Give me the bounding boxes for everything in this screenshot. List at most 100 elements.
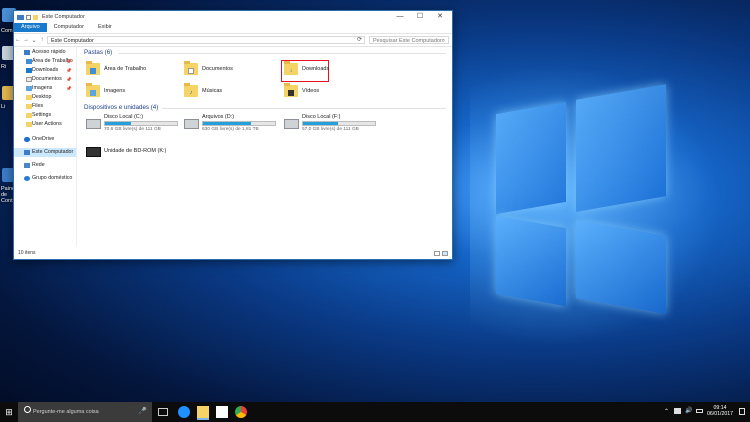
- title-bar[interactable]: Este Computador — ☐ ✕: [14, 11, 452, 23]
- drive-d[interactable]: Arquivos (D:) 630 GB livre(s) de 1,81 TB: [184, 114, 284, 136]
- sidebar-item-label: Settings: [32, 112, 52, 118]
- pin-icon: 📌: [66, 77, 72, 82]
- navigation-pane: Acesso rápido Área de Trabalho 📌 Downloa…: [14, 46, 77, 246]
- folder-downloads[interactable]: ↓ Downloads: [284, 61, 329, 81]
- desktop-folder-icon: [86, 61, 100, 75]
- folder-area-de-trabalho[interactable]: Área de Trabalho: [86, 61, 176, 81]
- drive-usage-fill: [203, 122, 251, 125]
- sidebar-item-user-actions[interactable]: User Actions: [14, 120, 76, 129]
- details-view-icon[interactable]: [434, 251, 440, 256]
- drive-k-bdrom[interactable]: Unidade de BD-ROM (K:): [86, 142, 186, 164]
- wallpaper-pane: [576, 84, 666, 212]
- folder-videos[interactable]: Vídeos: [284, 83, 374, 103]
- search-placeholder: Pesquisar Este Computador: [373, 38, 442, 44]
- tab-exibir[interactable]: Exibir: [91, 23, 119, 32]
- window-title: Este Computador: [42, 14, 85, 20]
- new-folder-icon[interactable]: [33, 14, 38, 20]
- section-divider: [162, 108, 446, 109]
- sidebar-item-rede[interactable]: Rede: [14, 161, 76, 170]
- item-count: 10 itens: [18, 250, 36, 256]
- folder-label: Vídeos: [302, 88, 320, 94]
- sidebar-item-este-computador[interactable]: Este Computador: [14, 148, 76, 157]
- sidebar-item-area-de-trabalho[interactable]: Área de Trabalho 📌: [14, 57, 76, 66]
- sidebar-item-downloads[interactable]: Downloads 📌: [14, 66, 76, 75]
- desktop-icon-label: Li: [1, 104, 6, 110]
- cloud-icon: [24, 137, 30, 142]
- computer-icon: [17, 14, 24, 20]
- cortana-search-box[interactable]: Pergunte-me alguma coisa 🎤: [18, 402, 152, 422]
- edge-icon[interactable]: [178, 406, 190, 418]
- star-icon: [24, 50, 30, 55]
- minimize-button[interactable]: —: [390, 11, 410, 23]
- folder-musicas[interactable]: ♪ Músicas: [184, 83, 274, 103]
- quick-access-toolbar: [17, 14, 38, 20]
- folder-documentos[interactable]: Documentos: [184, 61, 274, 81]
- microphone-icon[interactable]: 🎤: [138, 402, 147, 422]
- sidebar-item-label: Imagens: [32, 85, 53, 91]
- file-explorer-icon[interactable]: [197, 406, 209, 420]
- maximize-button[interactable]: ☐: [410, 11, 430, 23]
- sidebar-item-documentos[interactable]: Documentos 📌: [14, 75, 76, 84]
- sidebar-item-label: Este Computador: [32, 149, 74, 155]
- sidebar-item-label: User Actions: [32, 121, 62, 127]
- desktop-icon-label: Ri: [1, 64, 7, 70]
- folder-label: Documentos: [202, 66, 233, 72]
- start-button[interactable]: ⊞: [0, 402, 18, 422]
- clock[interactable]: 09:14 06/01/2017: [706, 405, 734, 417]
- up-button[interactable]: ↑: [38, 37, 46, 43]
- store-icon[interactable]: [216, 406, 228, 418]
- homegroup-icon: [24, 176, 30, 181]
- folder-imagens[interactable]: Imagens: [86, 83, 176, 103]
- sidebar-item-label: OneDrive: [32, 136, 55, 142]
- drive-usage-fill: [303, 122, 339, 125]
- folder-label: Músicas: [202, 88, 223, 94]
- network-icon[interactable]: [674, 408, 681, 414]
- sidebar-item-onedrive[interactable]: OneDrive: [14, 135, 76, 144]
- sidebar-item-files[interactable]: Files: [14, 102, 76, 111]
- system-tray: ⌃ 🔊 09:14 06/01/2017: [660, 402, 750, 422]
- show-hidden-icons-icon[interactable]: ⌃: [664, 408, 669, 415]
- volume-icon[interactable]: 🔊: [685, 407, 692, 414]
- notifications-icon[interactable]: [739, 408, 745, 415]
- back-button[interactable]: ←: [14, 37, 22, 43]
- pin-icon: 📌: [66, 59, 72, 64]
- keyboard-icon[interactable]: [696, 409, 703, 413]
- sidebar-item-label: Grupo doméstico: [32, 175, 73, 181]
- large-icons-view-icon[interactable]: [442, 251, 448, 256]
- search-placeholder: Pergunte-me alguma coisa: [33, 409, 99, 415]
- drive-name: Disco Local (F:): [302, 114, 341, 120]
- forward-button[interactable]: →: [22, 37, 30, 43]
- drive-free-space: 57,0 GB livre(s) de 111 GB: [302, 127, 359, 132]
- drive-c[interactable]: Disco Local (C:) 70,6 GB livre(s) de 111…: [86, 114, 186, 136]
- drive-name: Disco Local (C:): [104, 114, 144, 120]
- sidebar-item-label: Desktop: [32, 94, 52, 100]
- folder-label: Downloads: [302, 66, 330, 72]
- refresh-icon[interactable]: ⟳: [357, 36, 362, 44]
- drive-usage-bar: [202, 121, 276, 126]
- address-bar[interactable]: Este Computador: [47, 36, 365, 44]
- devices-section-header[interactable]: Dispositivos e unidades (4): [84, 104, 158, 111]
- drive-f[interactable]: Disco Local (F:) 57,0 GB livre(s) de 111…: [284, 114, 384, 136]
- chrome-icon[interactable]: [235, 406, 247, 418]
- sidebar-item-label: Downloads: [32, 67, 59, 73]
- search-input[interactable]: Pesquisar Este Computador ⌕: [369, 36, 449, 44]
- sidebar-item-grupo-domestico[interactable]: Grupo doméstico: [14, 174, 76, 183]
- address-text: Este Computador: [51, 38, 94, 44]
- music-folder-icon: ♪: [184, 83, 198, 97]
- properties-icon[interactable]: [26, 14, 31, 20]
- hard-drive-icon: [284, 119, 299, 129]
- sidebar-item-imagens[interactable]: Imagens 📌: [14, 84, 76, 93]
- sidebar-item-acesso-rapido[interactable]: Acesso rápido: [14, 48, 76, 57]
- task-view-icon[interactable]: [158, 408, 168, 416]
- close-button[interactable]: ✕: [430, 11, 450, 23]
- drive-name: Arquivos (D:): [202, 114, 235, 120]
- drive-usage-bar: [104, 121, 178, 126]
- drive-free-space: 630 GB livre(s) de 1,81 TB: [202, 127, 259, 132]
- tab-arquivo[interactable]: Arquivo: [14, 23, 47, 32]
- folders-section-header[interactable]: Pastas (6): [84, 49, 112, 56]
- sidebar-item-settings[interactable]: Settings: [14, 111, 76, 120]
- sidebar-item-desktop[interactable]: Desktop: [14, 93, 76, 102]
- tab-computador[interactable]: Computador: [47, 23, 91, 32]
- ribbon-tabs: Arquivo Computador Exibir: [14, 23, 452, 32]
- recent-locations-button[interactable]: ⌄: [30, 37, 38, 44]
